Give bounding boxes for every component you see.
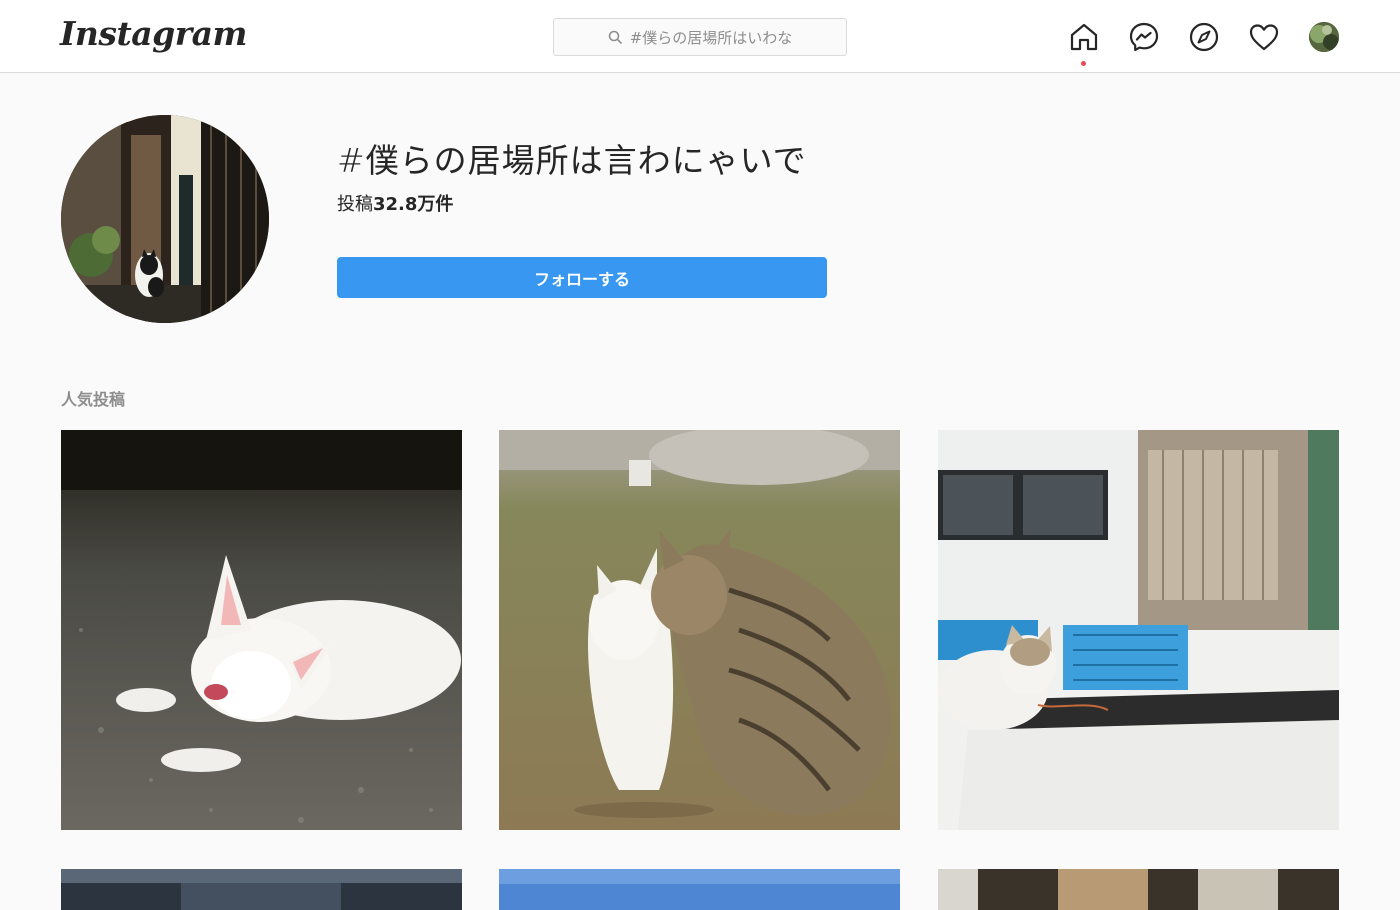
post-thumbnail-6[interactable]	[938, 869, 1339, 910]
post-thumbnail-5[interactable]	[499, 869, 900, 910]
post-image-6	[938, 869, 1339, 910]
hashtag-cover-image	[61, 115, 269, 323]
profile-photo	[1309, 22, 1339, 52]
search-box[interactable]: #僕らの居場所はいわな	[553, 18, 847, 56]
post-image-5	[499, 869, 900, 910]
explore-button[interactable]	[1187, 20, 1221, 54]
profile-avatar[interactable]	[1309, 22, 1339, 52]
post-thumbnail-1[interactable]	[61, 430, 462, 830]
notification-dot	[1081, 61, 1086, 66]
explore-compass-icon	[1189, 22, 1219, 52]
search-icon	[608, 30, 622, 44]
hashtag-title: #僕らの居場所は言わにゃいで	[337, 141, 807, 180]
top-nav: Instagram #僕らの居場所はいわな	[0, 0, 1400, 73]
follow-button[interactable]: フォローする	[337, 257, 827, 298]
messenger-button[interactable]	[1127, 20, 1161, 54]
activity-heart-icon	[1249, 24, 1279, 51]
post-thumbnail-3[interactable]	[938, 430, 1339, 830]
post-image-3	[938, 430, 1339, 830]
post-image-4	[61, 869, 462, 910]
post-thumbnail-4[interactable]	[61, 869, 462, 910]
hashtag-avatar	[61, 115, 269, 323]
instagram-logo[interactable]: Instagram	[60, 14, 247, 53]
post-image-1	[61, 430, 462, 830]
post-count-label: 投稿	[337, 194, 373, 215]
post-image-2	[499, 430, 900, 830]
home-button[interactable]	[1067, 20, 1101, 54]
post-count: 投稿32.8万件	[337, 190, 453, 216]
activity-button[interactable]	[1247, 20, 1281, 54]
post-thumbnail-2[interactable]	[499, 430, 900, 830]
home-icon	[1070, 23, 1098, 51]
post-count-value: 32.8万件	[373, 194, 454, 215]
messenger-icon	[1129, 22, 1159, 52]
search-placeholder: #僕らの居場所はいわな	[629, 28, 793, 47]
top-posts-label: 人気投稿	[61, 390, 126, 409]
